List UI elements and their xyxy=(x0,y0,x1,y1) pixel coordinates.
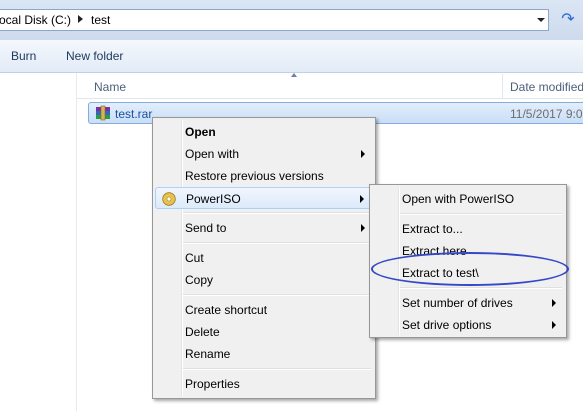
submenu-arrow-icon xyxy=(552,299,556,307)
menu-separator xyxy=(400,287,562,289)
menu-item-send-to[interactable]: Send to xyxy=(155,217,373,239)
context-menu: Open Open with Restore previous versions… xyxy=(152,117,376,399)
menu-item-set-drive-options[interactable]: Set drive options xyxy=(372,314,564,336)
menu-item-poweriso[interactable]: PowerISO xyxy=(155,187,373,209)
menu-item-rename[interactable]: Rename xyxy=(155,343,373,365)
menu-item-extract-to[interactable]: Extract to... xyxy=(372,218,564,240)
column-header-name[interactable]: Name xyxy=(94,80,126,94)
submenu-arrow-icon xyxy=(360,195,364,203)
refresh-icon[interactable]: ↷ xyxy=(558,11,578,29)
new-folder-button[interactable]: New folder xyxy=(66,49,123,63)
breadcrumb-test[interactable]: test xyxy=(91,13,110,27)
column-divider[interactable] xyxy=(502,74,503,98)
burn-button[interactable]: Burn xyxy=(11,49,36,63)
address-bar[interactable]: ocal Disk (C:) test xyxy=(0,9,549,31)
column-header-date-modified[interactable]: Date modified xyxy=(510,80,583,94)
menu-separator xyxy=(183,294,371,296)
menu-separator xyxy=(183,368,371,370)
breadcrumb-local-disk[interactable]: ocal Disk (C:) xyxy=(0,13,71,27)
breadcrumb-chevron-icon[interactable] xyxy=(78,15,83,23)
menu-separator xyxy=(183,212,371,214)
menu-separator xyxy=(400,213,562,215)
poweriso-submenu: Open with PowerISO Extract to... Extract… xyxy=(369,184,567,338)
winrar-archive-icon xyxy=(96,105,110,121)
navigation-pane[interactable] xyxy=(0,73,77,411)
submenu-arrow-icon xyxy=(361,224,365,232)
menu-item-cut[interactable]: Cut xyxy=(155,247,373,269)
menu-item-create-shortcut[interactable]: Create shortcut xyxy=(155,299,373,321)
column-header-bar xyxy=(77,73,583,99)
poweriso-disc-icon xyxy=(162,192,176,206)
menu-item-properties[interactable]: Properties xyxy=(155,373,373,395)
file-date-modified: 11/5/2017 9:0 xyxy=(510,107,583,121)
menu-item-set-number-of-drives[interactable]: Set number of drives xyxy=(372,292,564,314)
submenu-arrow-icon xyxy=(361,150,365,158)
menu-item-open-with[interactable]: Open with xyxy=(155,143,373,165)
address-bar-region: ocal Disk (C:) test ↷ xyxy=(0,0,583,40)
menu-item-copy[interactable]: Copy xyxy=(155,269,373,291)
command-toolbar: Burn New folder xyxy=(0,40,583,73)
menu-separator xyxy=(183,242,371,244)
sort-ascending-icon xyxy=(291,73,297,77)
address-dropdown-icon[interactable] xyxy=(537,18,545,22)
file-name[interactable]: test.rar xyxy=(115,107,152,121)
submenu-arrow-icon xyxy=(552,321,556,329)
menu-item-extract-here[interactable]: Extract here xyxy=(372,240,564,262)
menu-item-delete[interactable]: Delete xyxy=(155,321,373,343)
menu-item-open-with-poweriso[interactable]: Open with PowerISO xyxy=(372,188,564,210)
menu-item-open[interactable]: Open xyxy=(155,121,373,143)
menu-item-extract-to-test[interactable]: Extract to test\ xyxy=(372,262,564,284)
menu-item-restore-previous-versions[interactable]: Restore previous versions xyxy=(155,165,373,187)
